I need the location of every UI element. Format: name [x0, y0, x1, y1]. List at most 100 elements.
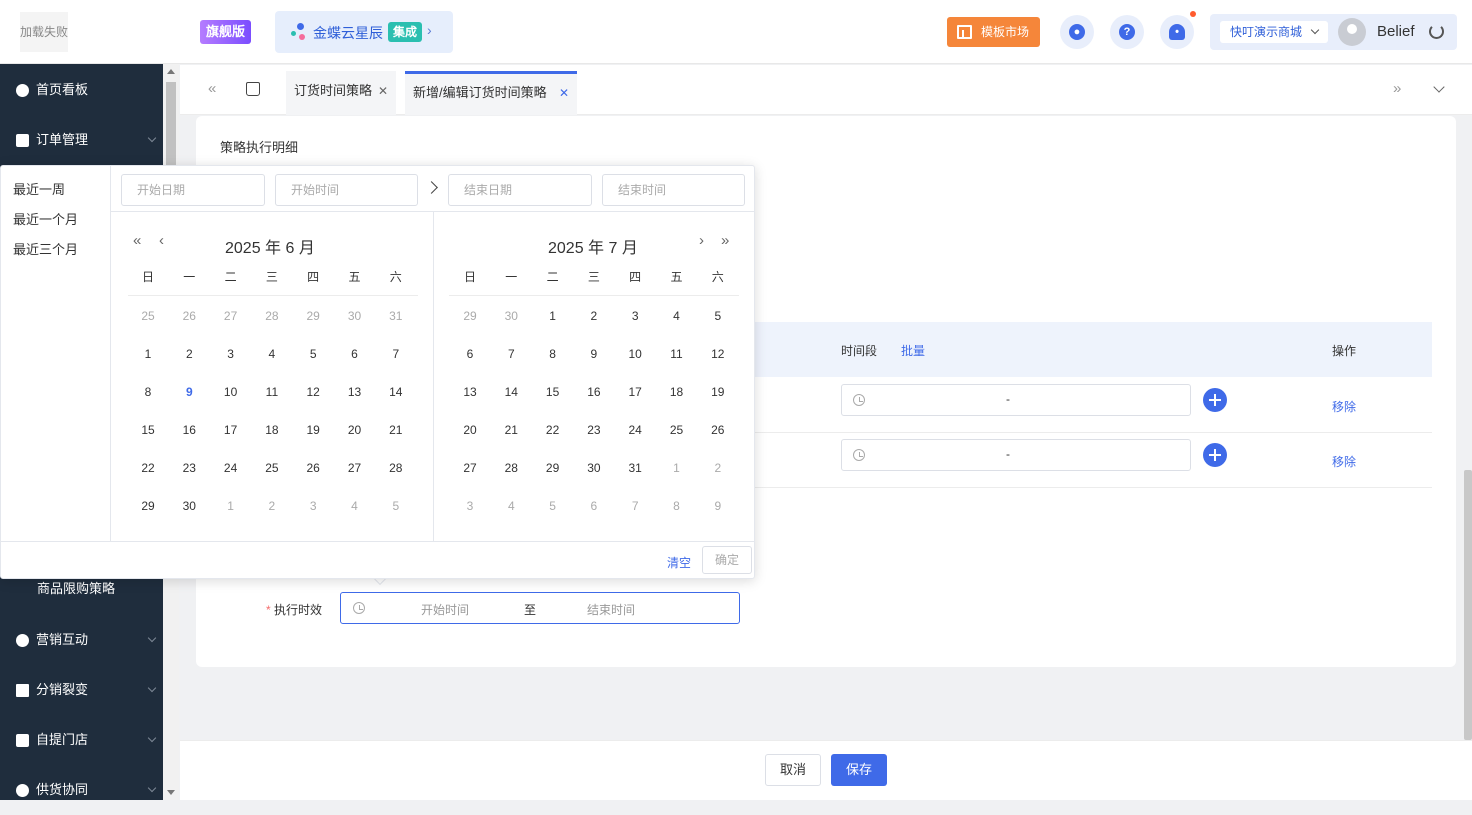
calendar-day[interactable]: 30: [496, 309, 526, 323]
sidebar-item-supply[interactable]: 供货协同: [0, 765, 163, 815]
cancel-button[interactable]: 取消: [765, 754, 821, 786]
calendar-day[interactable]: 24: [216, 461, 246, 475]
template-market-button[interactable]: 模板市场: [947, 17, 1040, 47]
calendar-day[interactable]: 7: [496, 347, 526, 361]
notification-button[interactable]: •: [1160, 15, 1194, 49]
scroll-down-icon[interactable]: [167, 790, 175, 795]
calendar-day[interactable]: 12: [298, 385, 328, 399]
chevron-down-icon[interactable]: [1433, 81, 1445, 93]
calendar-day[interactable]: 29: [133, 499, 163, 513]
calendar-day[interactable]: 13: [455, 385, 485, 399]
calendar-day[interactable]: 7: [381, 347, 411, 361]
calendar-day[interactable]: 21: [381, 423, 411, 437]
calendar-day[interactable]: 6: [579, 499, 609, 513]
avatar[interactable]: [1338, 18, 1366, 46]
calendar-day[interactable]: 17: [620, 385, 650, 399]
calendar-day[interactable]: 5: [538, 499, 568, 513]
calendar-day[interactable]: 11: [257, 385, 287, 399]
tab-edit-order-time-strategy[interactable]: 新增/编辑订货时间策略 ✕: [405, 71, 577, 115]
calendar-day[interactable]: 4: [496, 499, 526, 513]
sidebar-item-orders[interactable]: 订单管理: [0, 115, 163, 165]
calendar-day[interactable]: 16: [579, 385, 609, 399]
double-chevron-right-icon[interactable]: »: [1393, 80, 1401, 97]
calendar-day[interactable]: 1: [538, 309, 568, 323]
calendar-day[interactable]: 2: [579, 309, 609, 323]
time-range-input[interactable]: -: [841, 384, 1191, 416]
calendar-day[interactable]: 10: [216, 385, 246, 399]
calendar-day[interactable]: 1: [133, 347, 163, 361]
calendar-day[interactable]: 15: [538, 385, 568, 399]
add-time-button[interactable]: [1203, 443, 1227, 467]
calendar-day[interactable]: 28: [496, 461, 526, 475]
calendar-day[interactable]: 13: [340, 385, 370, 399]
calendar-day[interactable]: 9: [174, 385, 204, 399]
calendar-day[interactable]: 9: [703, 499, 733, 513]
calendar-day[interactable]: 22: [133, 461, 163, 475]
calendar-day[interactable]: 7: [620, 499, 650, 513]
next-year-icon[interactable]: »: [721, 232, 729, 249]
remove-link[interactable]: 移除: [1332, 398, 1356, 415]
calendar-day[interactable]: 12: [703, 347, 733, 361]
calendar-day[interactable]: 17: [216, 423, 246, 437]
batch-link[interactable]: 批量: [901, 342, 925, 359]
calendar-day[interactable]: 4: [662, 309, 692, 323]
calendar-day[interactable]: 27: [455, 461, 485, 475]
calendar-day[interactable]: 1: [216, 499, 246, 513]
calendar-day[interactable]: 14: [381, 385, 411, 399]
calendar-day[interactable]: 2: [257, 499, 287, 513]
confirm-button[interactable]: 确定: [702, 546, 752, 574]
home-icon[interactable]: [246, 82, 260, 96]
close-icon[interactable]: ✕: [559, 74, 569, 112]
calendar-day[interactable]: 24: [620, 423, 650, 437]
calendar-day[interactable]: 8: [662, 499, 692, 513]
calendar-day[interactable]: 9: [579, 347, 609, 361]
prev-year-icon[interactable]: «: [133, 232, 141, 249]
calendar-day[interactable]: 18: [662, 385, 692, 399]
exec-time-range-input[interactable]: 开始时间 至 结束时间: [340, 592, 740, 624]
next-month-icon[interactable]: ›: [699, 232, 704, 249]
calendar-day[interactable]: 4: [340, 499, 370, 513]
calendar-day[interactable]: 26: [298, 461, 328, 475]
calendar-day[interactable]: 2: [174, 347, 204, 361]
prev-month-icon[interactable]: ‹: [159, 232, 164, 249]
calendar-day[interactable]: 29: [538, 461, 568, 475]
sidebar-item-marketing[interactable]: 营销互动: [0, 615, 163, 665]
calendar-day[interactable]: 27: [340, 461, 370, 475]
calendar-day[interactable]: 28: [381, 461, 411, 475]
calendar-day[interactable]: 3: [455, 499, 485, 513]
calendar-day[interactable]: 19: [298, 423, 328, 437]
support-button[interactable]: ●: [1060, 15, 1094, 49]
calendar-day[interactable]: 10: [620, 347, 650, 361]
brand-integration-button[interactable]: 金蝶云星辰 集成 ›: [275, 11, 453, 53]
scroll-up-icon[interactable]: [167, 69, 175, 74]
shortcut-last-three-months[interactable]: 最近三个月: [13, 239, 78, 258]
calendar-day[interactable]: 5: [703, 309, 733, 323]
shortcut-last-week[interactable]: 最近一周: [13, 179, 65, 198]
calendar-day[interactable]: 26: [174, 309, 204, 323]
content-scrollbar[interactable]: [1464, 470, 1472, 740]
calendar-day[interactable]: 28: [257, 309, 287, 323]
calendar-day[interactable]: 5: [381, 499, 411, 513]
calendar-day[interactable]: 26: [703, 423, 733, 437]
store-select[interactable]: 快叮演示商城: [1220, 21, 1328, 43]
calendar-day[interactable]: 1: [662, 461, 692, 475]
calendar-day[interactable]: 3: [298, 499, 328, 513]
sidebar-item-dashboard[interactable]: 首页看板: [0, 65, 163, 115]
calendar-day[interactable]: 6: [340, 347, 370, 361]
help-button[interactable]: ?: [1110, 15, 1144, 49]
start-date-input[interactable]: 开始日期: [121, 174, 265, 206]
add-time-button[interactable]: [1203, 388, 1227, 412]
calendar-day[interactable]: 20: [455, 423, 485, 437]
sidebar-item-distribution[interactable]: 分销裂变: [0, 665, 163, 715]
calendar-day[interactable]: 4: [257, 347, 287, 361]
calendar-day[interactable]: 3: [216, 347, 246, 361]
shortcut-last-month[interactable]: 最近一个月: [13, 209, 78, 228]
time-range-input[interactable]: -: [841, 439, 1191, 471]
close-icon[interactable]: ✕: [378, 71, 388, 111]
end-date-input[interactable]: 结束日期: [448, 174, 592, 206]
calendar-day[interactable]: 30: [174, 499, 204, 513]
calendar-day[interactable]: 20: [340, 423, 370, 437]
calendar-day[interactable]: 15: [133, 423, 163, 437]
save-button[interactable]: 保存: [831, 754, 887, 786]
calendar-day[interactable]: 6: [455, 347, 485, 361]
